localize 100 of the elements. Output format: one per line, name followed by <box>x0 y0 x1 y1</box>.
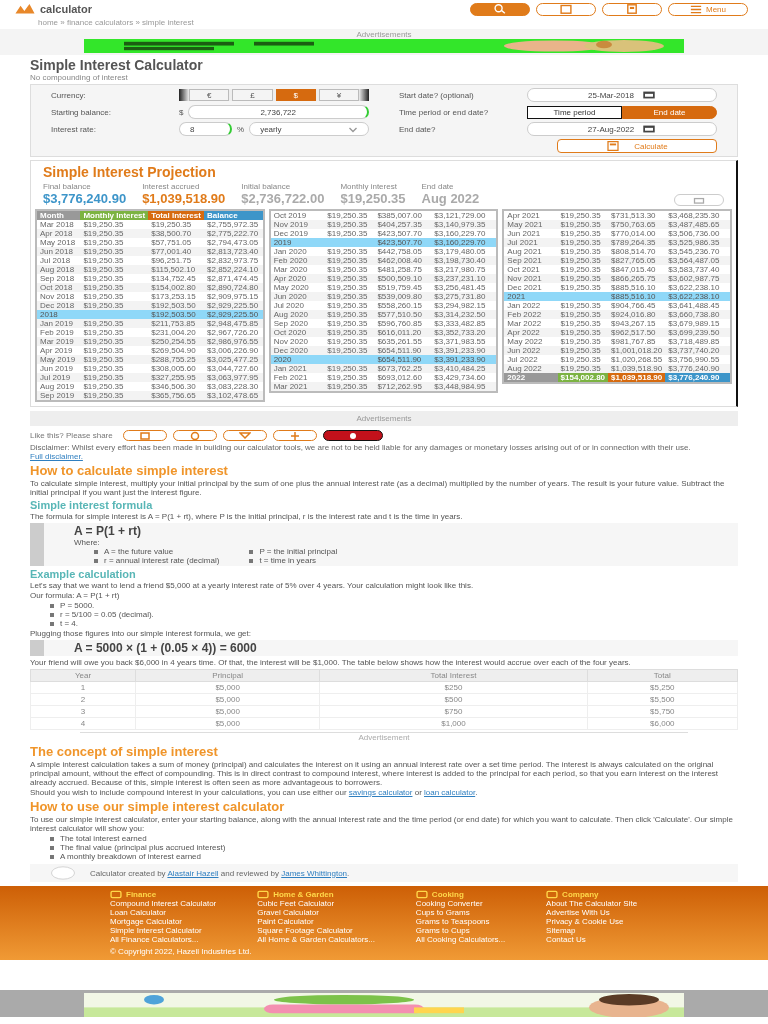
period-dropdown[interactable]: yearly <box>249 122 369 136</box>
currency-option[interactable]: ¥ <box>318 89 359 101</box>
table-cell: $19,250.35 <box>324 337 375 346</box>
table-cell: May 2022 <box>503 337 558 346</box>
search-button[interactable] <box>470 2 530 16</box>
section-heading: How to use our simple interest calculator <box>30 800 286 814</box>
share-button[interactable] <box>122 430 167 441</box>
footer-link[interactable]: Sitemap <box>546 926 658 935</box>
bullet <box>249 558 254 563</box>
field-label: Currency: <box>51 90 87 100</box>
print-button[interactable] <box>674 194 724 206</box>
table-cell: Dec 2020 <box>269 346 325 355</box>
table-cell: $19,250.35 <box>324 373 375 382</box>
start-date-field[interactable]: 25-Mar-2018 <box>527 88 717 102</box>
column-header: Total Interest <box>319 669 588 682</box>
footer-link[interactable]: About The Calculator Site <box>546 899 658 908</box>
balance-field[interactable]: 2,736,722 <box>188 105 369 119</box>
end-date-field[interactable]: 27-Aug-2022 <box>527 122 717 136</box>
calculate-button[interactable]: Calculate <box>557 139 717 153</box>
save-button[interactable] <box>322 430 383 441</box>
mode-toggle[interactable]: Time period <box>527 105 622 119</box>
table-cell: $96,251.75 <box>148 256 205 265</box>
ad-label: Advertisements <box>356 30 412 39</box>
table-cell: Sep 2020 <box>269 319 325 328</box>
section-heading: The concept of simple interest <box>30 745 219 759</box>
table-cell: $750 <box>319 705 588 718</box>
table-cell: $19,250.35 <box>80 292 149 301</box>
author-credit: Calculator created by Alastair Hazell and reviewed by James Whittington. <box>90 868 350 878</box>
share-button[interactable] <box>272 430 317 441</box>
breadcrumb[interactable]: home » finance calculators » simple interest <box>0 17 768 29</box>
rate-field[interactable]: 8 <box>179 122 232 136</box>
formula-equation: A = P(1 + rt) <box>74 524 142 538</box>
table-cell: $19,250.35 <box>557 337 609 346</box>
field-label: Start date? (optional) <box>399 90 475 100</box>
text-link[interactable]: savings calculator <box>348 788 413 797</box>
table-cell: $2,871,474.45 <box>204 274 264 283</box>
table-cell: Mar 2019 <box>36 337 81 346</box>
table-cell: $19,250.35 <box>80 247 149 256</box>
footer-link[interactable]: Cubic Feet Calculator <box>257 899 396 908</box>
table-cell: May 2020 <box>269 283 325 292</box>
calculator-icon <box>606 141 621 151</box>
table-cell: $3,179,480.05 <box>431 247 498 256</box>
currency-option[interactable]: $ <box>275 89 316 101</box>
footer-link[interactable]: All Home & Garden Calculators... <box>257 935 396 944</box>
table-cell: $3,102,478.65 <box>204 391 264 401</box>
table-cell: $3,718,489.85 <box>665 337 731 346</box>
stat-label: End date <box>421 182 455 191</box>
footer-link[interactable]: Cooking Converter <box>415 899 527 908</box>
stat-value: $2,736,722.00 <box>241 191 325 206</box>
footer-link[interactable]: Simple Interest Calculator <box>110 926 238 935</box>
currency-option[interactable]: € <box>189 89 230 101</box>
table-cell: $770,014.00 <box>608 229 666 238</box>
footer-link[interactable]: All Finance Calculators... <box>110 935 238 944</box>
footer-link[interactable]: Contact Us <box>546 935 658 944</box>
table-cell: $250 <box>319 681 588 694</box>
bullet <box>50 845 54 850</box>
footer-link[interactable]: Compound Interest Calculator <box>110 899 238 908</box>
table-cell: $3,448,984.95 <box>431 382 498 392</box>
footer-link[interactable]: Loan Calculator <box>110 908 238 917</box>
table-cell: $365,756.65 <box>148 391 205 401</box>
total-cell: $1,039,518.90 <box>608 373 666 383</box>
table-cell: Sep 2019 <box>36 391 81 401</box>
table-cell: $19,250.35 <box>324 220 375 229</box>
table-cell: $3,140,979.35 <box>431 220 498 229</box>
table-cell: $981,767.85 <box>608 337 666 346</box>
footer-link[interactable]: Square Footage Calculator <box>257 926 396 935</box>
table-cell: $3,160,229.70 <box>431 229 498 238</box>
share-prompt: Like this? Please share <box>30 431 113 440</box>
table-cell: $442,758.05 <box>374 247 432 256</box>
share-button[interactable] <box>222 430 267 441</box>
currency-option[interactable]: £ <box>232 89 273 101</box>
footer-link[interactable]: Cups to Grams <box>415 908 527 917</box>
table-cell: $539,009.80 <box>374 292 432 301</box>
share-button[interactable] <box>172 430 217 441</box>
table-cell: $3,371,983.55 <box>431 337 498 346</box>
table-cell: $19,250.35 <box>324 229 375 238</box>
footer-link[interactable]: Mortgage Calculator <box>110 917 238 926</box>
footer-link[interactable]: Privacy & Cookie Use <box>546 917 658 926</box>
menu-button[interactable]: Menu <box>668 2 748 16</box>
table-cell: Jul 2022 <box>503 355 558 364</box>
table-cell: $3,429,734.60 <box>431 373 498 382</box>
table-cell: $596,760.85 <box>374 319 432 328</box>
footer-link[interactable]: Gravel Calculator <box>257 908 396 917</box>
footer-link[interactable]: Paint Calculator <box>257 917 396 926</box>
stat-value: Aug 2022 <box>421 191 480 206</box>
footer-link[interactable]: Grams to Cups <box>415 926 527 935</box>
table-cell: $635,261.55 <box>374 337 432 346</box>
mode-toggle[interactable]: End date <box>622 105 717 119</box>
table-cell: Aug 2021 <box>503 247 558 256</box>
footer-link[interactable]: All Cooking Calculators... <box>415 935 527 944</box>
footer-link[interactable]: Advertise With Us <box>546 908 658 917</box>
disclaimer-link[interactable]: Full disclaimer. <box>30 452 83 461</box>
author-link[interactable]: Alastair Hazell <box>167 868 219 878</box>
calculator-button[interactable] <box>602 2 662 16</box>
table-cell: $3,275,731.80 <box>431 292 498 301</box>
footer-link[interactable]: Grams to Teaspoons <box>415 917 527 926</box>
logo-icon <box>14 2 36 16</box>
calendar-button[interactable] <box>536 2 596 16</box>
paragraph: To calculate simple interest, multiply your initial principal by the sum of one plus the annual interest rate (as a decimal) multiplied by the number of years. The result is your future value. Subtract the initial principal if you want just the interest figure. <box>30 479 726 497</box>
site-logo[interactable]: calculator <box>40 3 92 15</box>
